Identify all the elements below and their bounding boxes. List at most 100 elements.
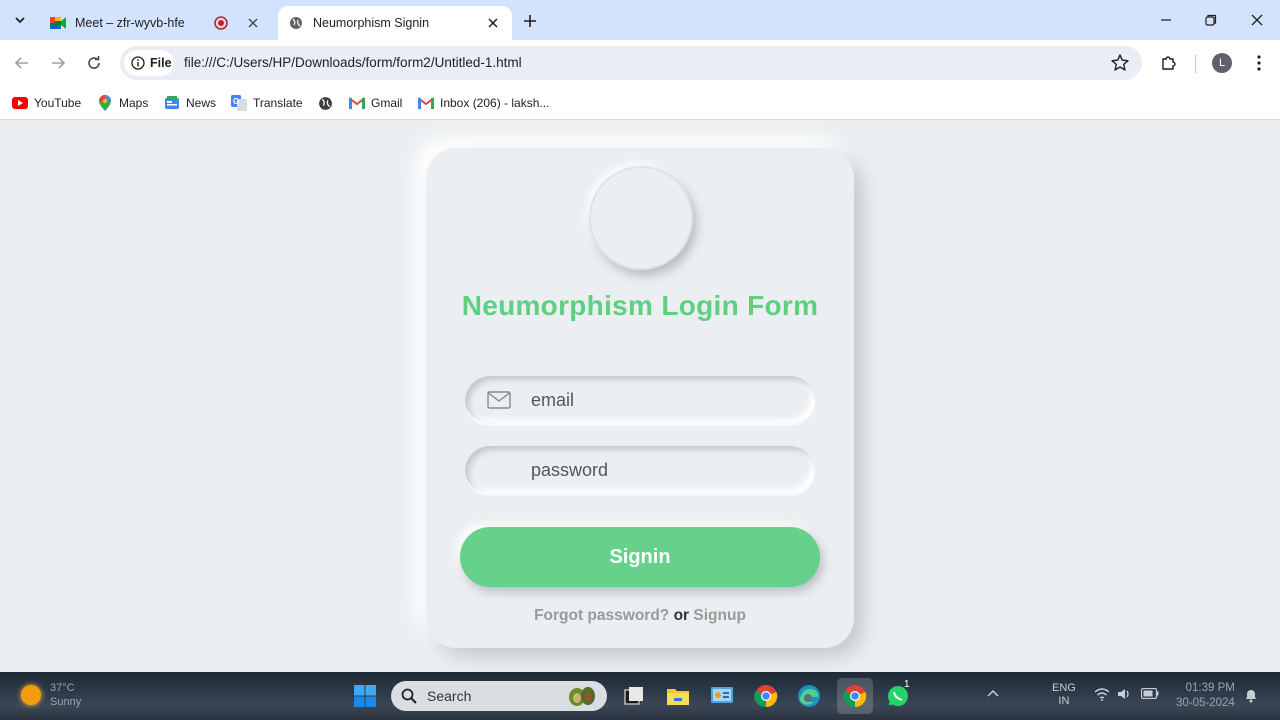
forgot-password-link[interactable]: Forgot password?: [534, 607, 669, 624]
avatar-circle: [589, 166, 693, 270]
extensions-button[interactable]: [1157, 51, 1181, 75]
plus-icon: [524, 15, 536, 27]
bookmark-gmail[interactable]: Gmail: [349, 93, 402, 113]
gmail-icon: [349, 95, 365, 111]
form-title: Neumorphism Login Form: [461, 290, 819, 321]
maps-icon: [97, 95, 113, 111]
kebab-menu-icon: [1257, 55, 1261, 71]
tab-strip: Meet – zfr-wyvb-hfe Neumorphism Signin: [0, 0, 1280, 40]
tab-search-button[interactable]: [8, 8, 32, 32]
profile-avatar[interactable]: L: [1212, 53, 1232, 73]
restore-icon: [1205, 14, 1217, 26]
close-icon: [1251, 14, 1263, 26]
control-panel-icon: [711, 687, 733, 703]
weather-widget[interactable]: 37°C Sunny: [50, 681, 81, 709]
region-code: IN: [1058, 695, 1070, 707]
site-info-label: File: [150, 56, 172, 70]
close-window-button[interactable]: [1242, 8, 1272, 32]
chevron-up-icon: [987, 689, 999, 697]
notification-bell-icon[interactable]: [1243, 687, 1259, 706]
new-tab-button[interactable]: [519, 10, 541, 32]
login-card: Neumorphism Login Form email password Si…: [426, 148, 854, 648]
menu-button[interactable]: [1247, 51, 1271, 75]
reload-icon: [88, 56, 100, 69]
google-meet-icon: [50, 15, 66, 31]
page-viewport: Neumorphism Login Form email password Si…: [0, 121, 1280, 672]
tab-title: Neumorphism Signin: [313, 16, 430, 30]
tab-meet[interactable]: Meet – zfr-wyvb-hfe: [40, 6, 272, 40]
youtube-icon: [12, 95, 28, 111]
signin-button[interactable]: Signin: [460, 527, 820, 587]
tab-neumorphism-signin[interactable]: Neumorphism Signin: [278, 6, 512, 40]
chrome-icon: [843, 685, 867, 708]
bookmark-inbox[interactable]: Inbox (206) - laksh...: [418, 93, 549, 113]
envelope-icon: [487, 391, 511, 409]
bookmark-globe[interactable]: [317, 93, 339, 113]
language-code: ENG: [1052, 682, 1076, 694]
globe-icon: [288, 15, 304, 31]
svg-text:G: G: [233, 97, 239, 106]
address-bar[interactable]: File file:///C:/Users/HP/Downloads/form/…: [120, 46, 1142, 80]
forward-button[interactable]: [46, 51, 70, 75]
reload-button[interactable]: [82, 51, 106, 75]
windows-icon: [354, 685, 376, 707]
url-text[interactable]: file:///C:/Users/HP/Downloads/form/form2…: [184, 55, 522, 70]
bookmark-label: Translate: [253, 96, 303, 110]
taskbar-search[interactable]: Search: [391, 681, 607, 711]
bookmark-label: YouTube: [34, 96, 82, 110]
language-indicator[interactable]: ENG IN: [1052, 682, 1076, 708]
file-explorer-button[interactable]: [664, 682, 692, 710]
bookmark-label: News: [186, 96, 217, 110]
clock-time: 01:39 PM: [1185, 682, 1235, 694]
avocado-icon: [569, 687, 595, 706]
bookmark-translate[interactable]: G Translate: [231, 93, 303, 113]
whatsapp-badge: 1: [904, 679, 910, 690]
control-panel-button[interactable]: [708, 682, 736, 710]
folder-icon: [667, 689, 689, 705]
tab-title: Meet – zfr-wyvb-hfe: [75, 16, 185, 30]
email-field[interactable]: email: [465, 376, 815, 426]
minimize-icon: [1161, 19, 1171, 21]
puzzle-icon: [1162, 56, 1176, 70]
site-info-chip[interactable]: File: [124, 50, 174, 76]
browser-toolbar: File file:///C:/Users/HP/Downloads/form/…: [0, 40, 1280, 86]
signup-link[interactable]: Signup: [693, 607, 746, 624]
close-tab-icon[interactable]: [244, 14, 262, 32]
volume-icon[interactable]: [1117, 687, 1133, 704]
battery-icon[interactable]: [1140, 687, 1159, 702]
toolbar-divider: [1195, 55, 1196, 73]
chevron-down-icon: [15, 17, 25, 24]
minimize-button[interactable]: [1151, 8, 1181, 32]
start-button[interactable]: [351, 682, 379, 710]
search-label: Search: [427, 688, 472, 704]
bookmark-label: Inbox (206) - laksh...: [440, 96, 550, 110]
account-links: Forgot password? or Signup: [426, 607, 854, 625]
sun-icon[interactable]: [21, 685, 41, 705]
weather-temp: 37°C: [50, 682, 75, 694]
bookmark-label: Maps: [119, 96, 149, 110]
password-field[interactable]: password: [465, 446, 815, 496]
bookmark-label: Gmail: [371, 96, 403, 110]
wifi-icon[interactable]: [1094, 687, 1110, 704]
whatsapp-button[interactable]: 1: [884, 679, 912, 710]
close-tab-icon[interactable]: [484, 14, 502, 32]
search-icon: [401, 688, 417, 704]
translate-icon: G: [231, 95, 247, 111]
or-text: or: [673, 607, 690, 624]
edge-button[interactable]: [795, 682, 823, 710]
gmail-icon: [418, 95, 434, 111]
bookmark-youtube[interactable]: YouTube: [12, 93, 81, 113]
chrome-button[interactable]: [752, 682, 780, 710]
system-clock[interactable]: 01:39 PM 30-05-2024: [1176, 681, 1235, 711]
back-button[interactable]: [10, 51, 34, 75]
news-icon: [164, 95, 180, 111]
chrome-icon: [754, 685, 778, 708]
star-icon[interactable]: [1110, 53, 1130, 73]
chrome-profile-button[interactable]: [837, 678, 873, 714]
task-view-button[interactable]: [620, 682, 648, 710]
bookmark-news[interactable]: News: [164, 93, 216, 113]
bookmark-maps[interactable]: Maps: [97, 93, 148, 113]
tray-overflow[interactable]: [987, 688, 999, 701]
windows-taskbar: 37°C Sunny Search 1 ENG IN 01:39 PM 30-0…: [0, 672, 1280, 720]
restore-button[interactable]: [1196, 8, 1226, 32]
